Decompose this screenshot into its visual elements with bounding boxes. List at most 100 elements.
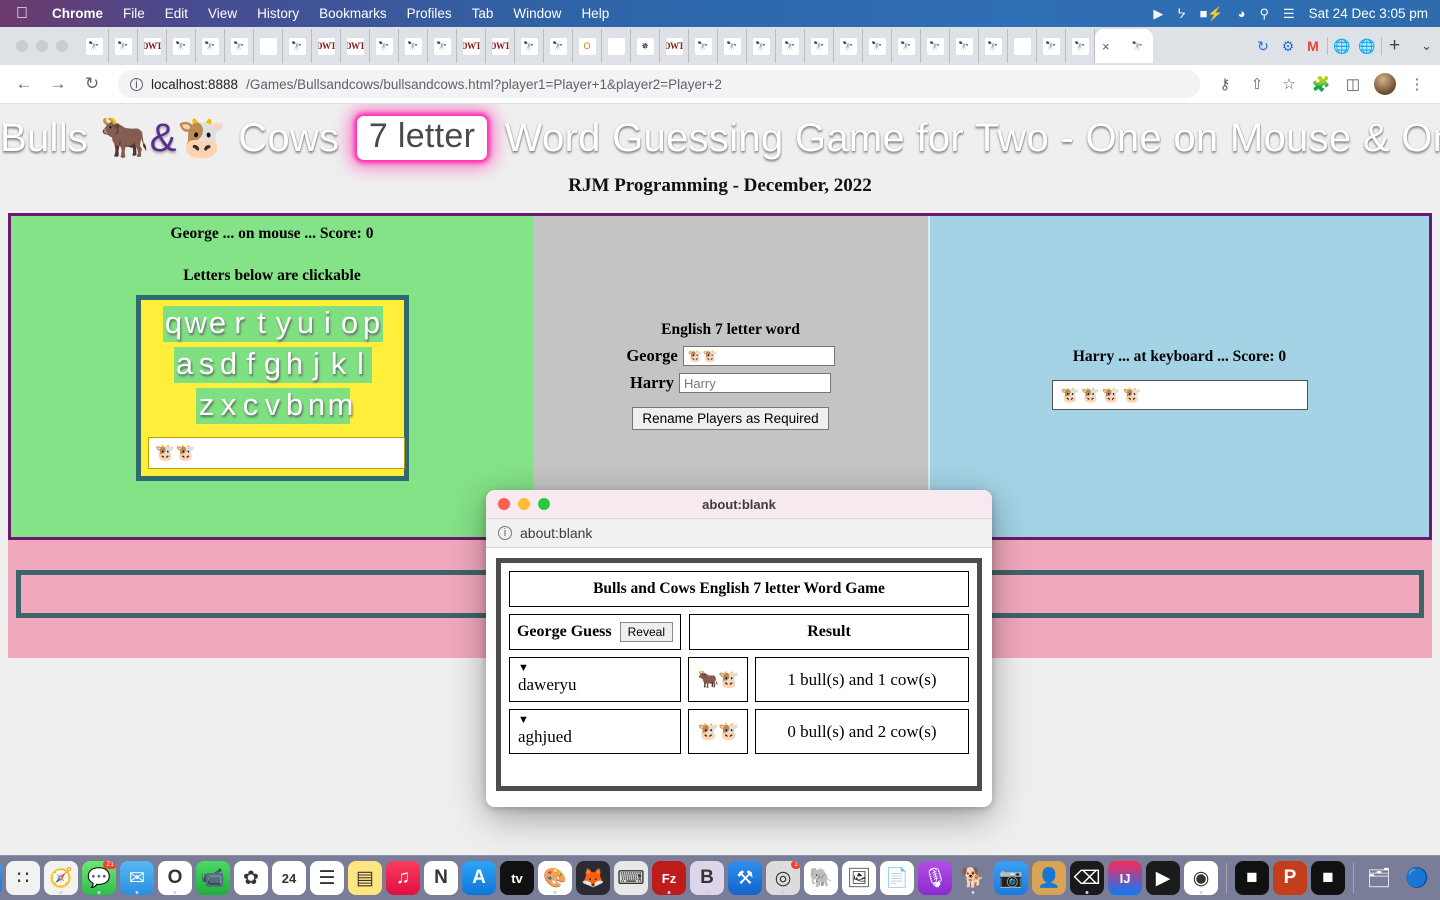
browser-tab[interactable]: 🔭 — [979, 29, 1008, 63]
keyboard-key-c[interactable]: c — [239, 388, 262, 424]
browser-tab[interactable]: 🔭 — [805, 29, 834, 63]
dock-item-firefox[interactable]: 🦊 — [576, 861, 610, 895]
site-info-icon[interactable]: i — [130, 77, 143, 91]
wifi-icon[interactable]: ◕ — [1238, 6, 1246, 21]
browser-tab[interactable]: O — [573, 29, 602, 63]
player-two-name-field[interactable]: Harry — [678, 373, 831, 393]
dock-item-podcasts[interactable]: 🎙 — [918, 861, 952, 895]
browser-tab[interactable]: 🔭 — [109, 29, 138, 63]
browser-tab[interactable]: 🔭 — [950, 29, 979, 63]
dock-item-gimp[interactable]: 🐕 — [956, 861, 990, 895]
keyboard-key-a[interactable]: a — [173, 347, 196, 383]
browser-tab[interactable]: 🔭 — [283, 29, 312, 63]
keyboard-key-f[interactable]: f — [239, 347, 262, 383]
maximize-window-button[interactable] — [56, 40, 68, 52]
browser-tab[interactable]: 🔭 — [370, 29, 399, 63]
dock-item-apple-tv[interactable]: tv — [500, 861, 534, 895]
profile-avatar[interactable] — [1372, 71, 1398, 97]
menu-item-view[interactable]: View — [198, 6, 247, 21]
dock-item-evernote[interactable]: 🐘 — [804, 861, 838, 895]
browser-tab[interactable]: 🔭 — [515, 29, 544, 63]
popup-site-info-icon[interactable]: i — [498, 526, 512, 540]
battery-icon[interactable]: ■⚡ — [1200, 6, 1224, 22]
dock-item-paint[interactable]: 🎨 — [538, 861, 572, 895]
browser-tab[interactable]: 🔭 — [1066, 29, 1095, 63]
close-tab-icon[interactable]: × — [1102, 39, 1110, 54]
dock-item-textedit[interactable]: 📄 — [880, 861, 914, 895]
player-one-guess-input[interactable]: 🐮🐮 — [148, 437, 405, 469]
dock-item-small-file[interactable]: 🔵 — [1400, 861, 1434, 895]
menu-item-help[interactable]: Help — [571, 6, 619, 21]
keyboard-key-v[interactable]: v — [261, 388, 284, 424]
dock-item-opera[interactable]: O — [158, 861, 192, 895]
apple-menu-icon[interactable]:  — [0, 5, 42, 22]
minimize-window-button[interactable] — [36, 40, 48, 52]
back-button[interactable]: ← — [10, 70, 38, 98]
rename-players-button[interactable]: Rename Players as Required — [632, 407, 829, 430]
dock-item-quicktime[interactable]: ▶ — [1146, 861, 1180, 895]
dock-item-launchpad[interactable]: ∷ — [6, 861, 40, 895]
keyboard-key-g[interactable]: g — [261, 347, 284, 383]
browser-tab[interactable]: 🔭 — [863, 29, 892, 63]
keyboard-key-z[interactable]: z — [195, 388, 218, 424]
globe-icon[interactable]: 🌐 — [1356, 35, 1378, 57]
browser-tab[interactable]: 🔭 — [718, 29, 747, 63]
dock-item-finder[interactable]: 🙂 — [0, 861, 2, 895]
chevron-down-icon[interactable]: ▼ — [518, 714, 672, 726]
browser-tab[interactable]: 🔭 — [80, 29, 109, 63]
reveal-button[interactable]: Reveal — [619, 622, 673, 642]
close-window-button[interactable] — [16, 40, 28, 52]
player-one-name-field[interactable]: 🐮🐮 — [682, 346, 835, 366]
keyboard-key-s[interactable]: s — [195, 347, 218, 383]
dock-item-bbedit[interactable]: B — [690, 861, 724, 895]
dock-item-xcode[interactable]: ⚒ — [728, 861, 762, 895]
menu-item-history[interactable]: History — [247, 6, 309, 21]
browser-tab[interactable]: 🔭 — [428, 29, 457, 63]
player-two-guess-input[interactable]: 🐮🐮🐮🐮 — [1051, 380, 1308, 410]
browser-tab[interactable]: 🔭 — [921, 29, 950, 63]
forward-button[interactable]: → — [44, 70, 72, 98]
keyboard-key-k[interactable]: k — [327, 347, 350, 383]
keyboard-key-o[interactable]: o — [338, 306, 361, 342]
browser-tab[interactable]: 🔭 — [776, 29, 805, 63]
dock-item-safari[interactable]: 🧭 — [44, 861, 78, 895]
dock-item-filezilla[interactable]: Fz — [652, 861, 686, 895]
keyboard-key-q[interactable]: q — [162, 306, 185, 342]
gmail-icon[interactable]: M — [1302, 35, 1324, 57]
browser-tab[interactable]: DWT — [660, 29, 689, 63]
menu-item-bookmarks[interactable]: Bookmarks — [309, 6, 397, 21]
browser-tab[interactable]: DWT — [486, 29, 515, 63]
dock-item-zoom[interactable]: 📷 — [994, 861, 1028, 895]
menu-item-edit[interactable]: Edit — [155, 6, 198, 21]
browser-tab[interactable]: ABC — [602, 29, 631, 63]
menu-item-window[interactable]: Window — [503, 6, 571, 21]
keyboard-key-n[interactable]: n — [305, 388, 328, 424]
keyboard-key-l[interactable]: l — [349, 347, 372, 383]
dock-item-calculator[interactable]: ⌨ — [614, 861, 648, 895]
address-bar[interactable]: i localhost:8888/Games/Bullsandcows/bull… — [118, 70, 1200, 98]
guess-cell[interactable]: ▼ daweryu — [509, 657, 681, 702]
dock-item-preview[interactable]: 🖼 — [842, 861, 876, 895]
browser-tab[interactable] — [254, 29, 283, 63]
browser-tab[interactable]: 🔭 — [1037, 29, 1066, 63]
browser-tab[interactable]: DWT — [457, 29, 486, 63]
bluetooth-icon[interactable]: ᔭ — [1177, 6, 1185, 22]
guess-cell[interactable]: ▼ aghjued — [509, 709, 681, 754]
dock-item-news[interactable]: N — [424, 861, 458, 895]
dock-item-downloads-stack[interactable]: 🗂 — [1362, 861, 1396, 895]
dock-item-messages[interactable]: 💬 21 — [82, 861, 116, 895]
dock-item-photos[interactable]: ✿ — [234, 861, 268, 895]
dock-item-app-store[interactable]: A — [462, 861, 496, 895]
browser-tab[interactable]: DWT — [312, 29, 341, 63]
reload-button[interactable]: ↻ — [78, 70, 106, 98]
browser-tab[interactable]: 🔭 — [834, 29, 863, 63]
settings-gear-icon[interactable]: ⚙ — [1277, 35, 1299, 57]
keyboard-key-h[interactable]: h — [283, 347, 306, 383]
browser-tab[interactable]: 🔭 — [544, 29, 573, 63]
browser-tab[interactable] — [1008, 29, 1037, 63]
keyboard-key-r[interactable]: r — [228, 306, 251, 342]
dock-item-notes[interactable]: ▤ — [348, 861, 382, 895]
active-browser-tab[interactable]: × 🔭 — [1095, 29, 1153, 63]
extensions-puzzle-icon[interactable]: 🧩 — [1308, 71, 1334, 97]
control-center-icon[interactable]: ☰ — [1283, 6, 1295, 22]
